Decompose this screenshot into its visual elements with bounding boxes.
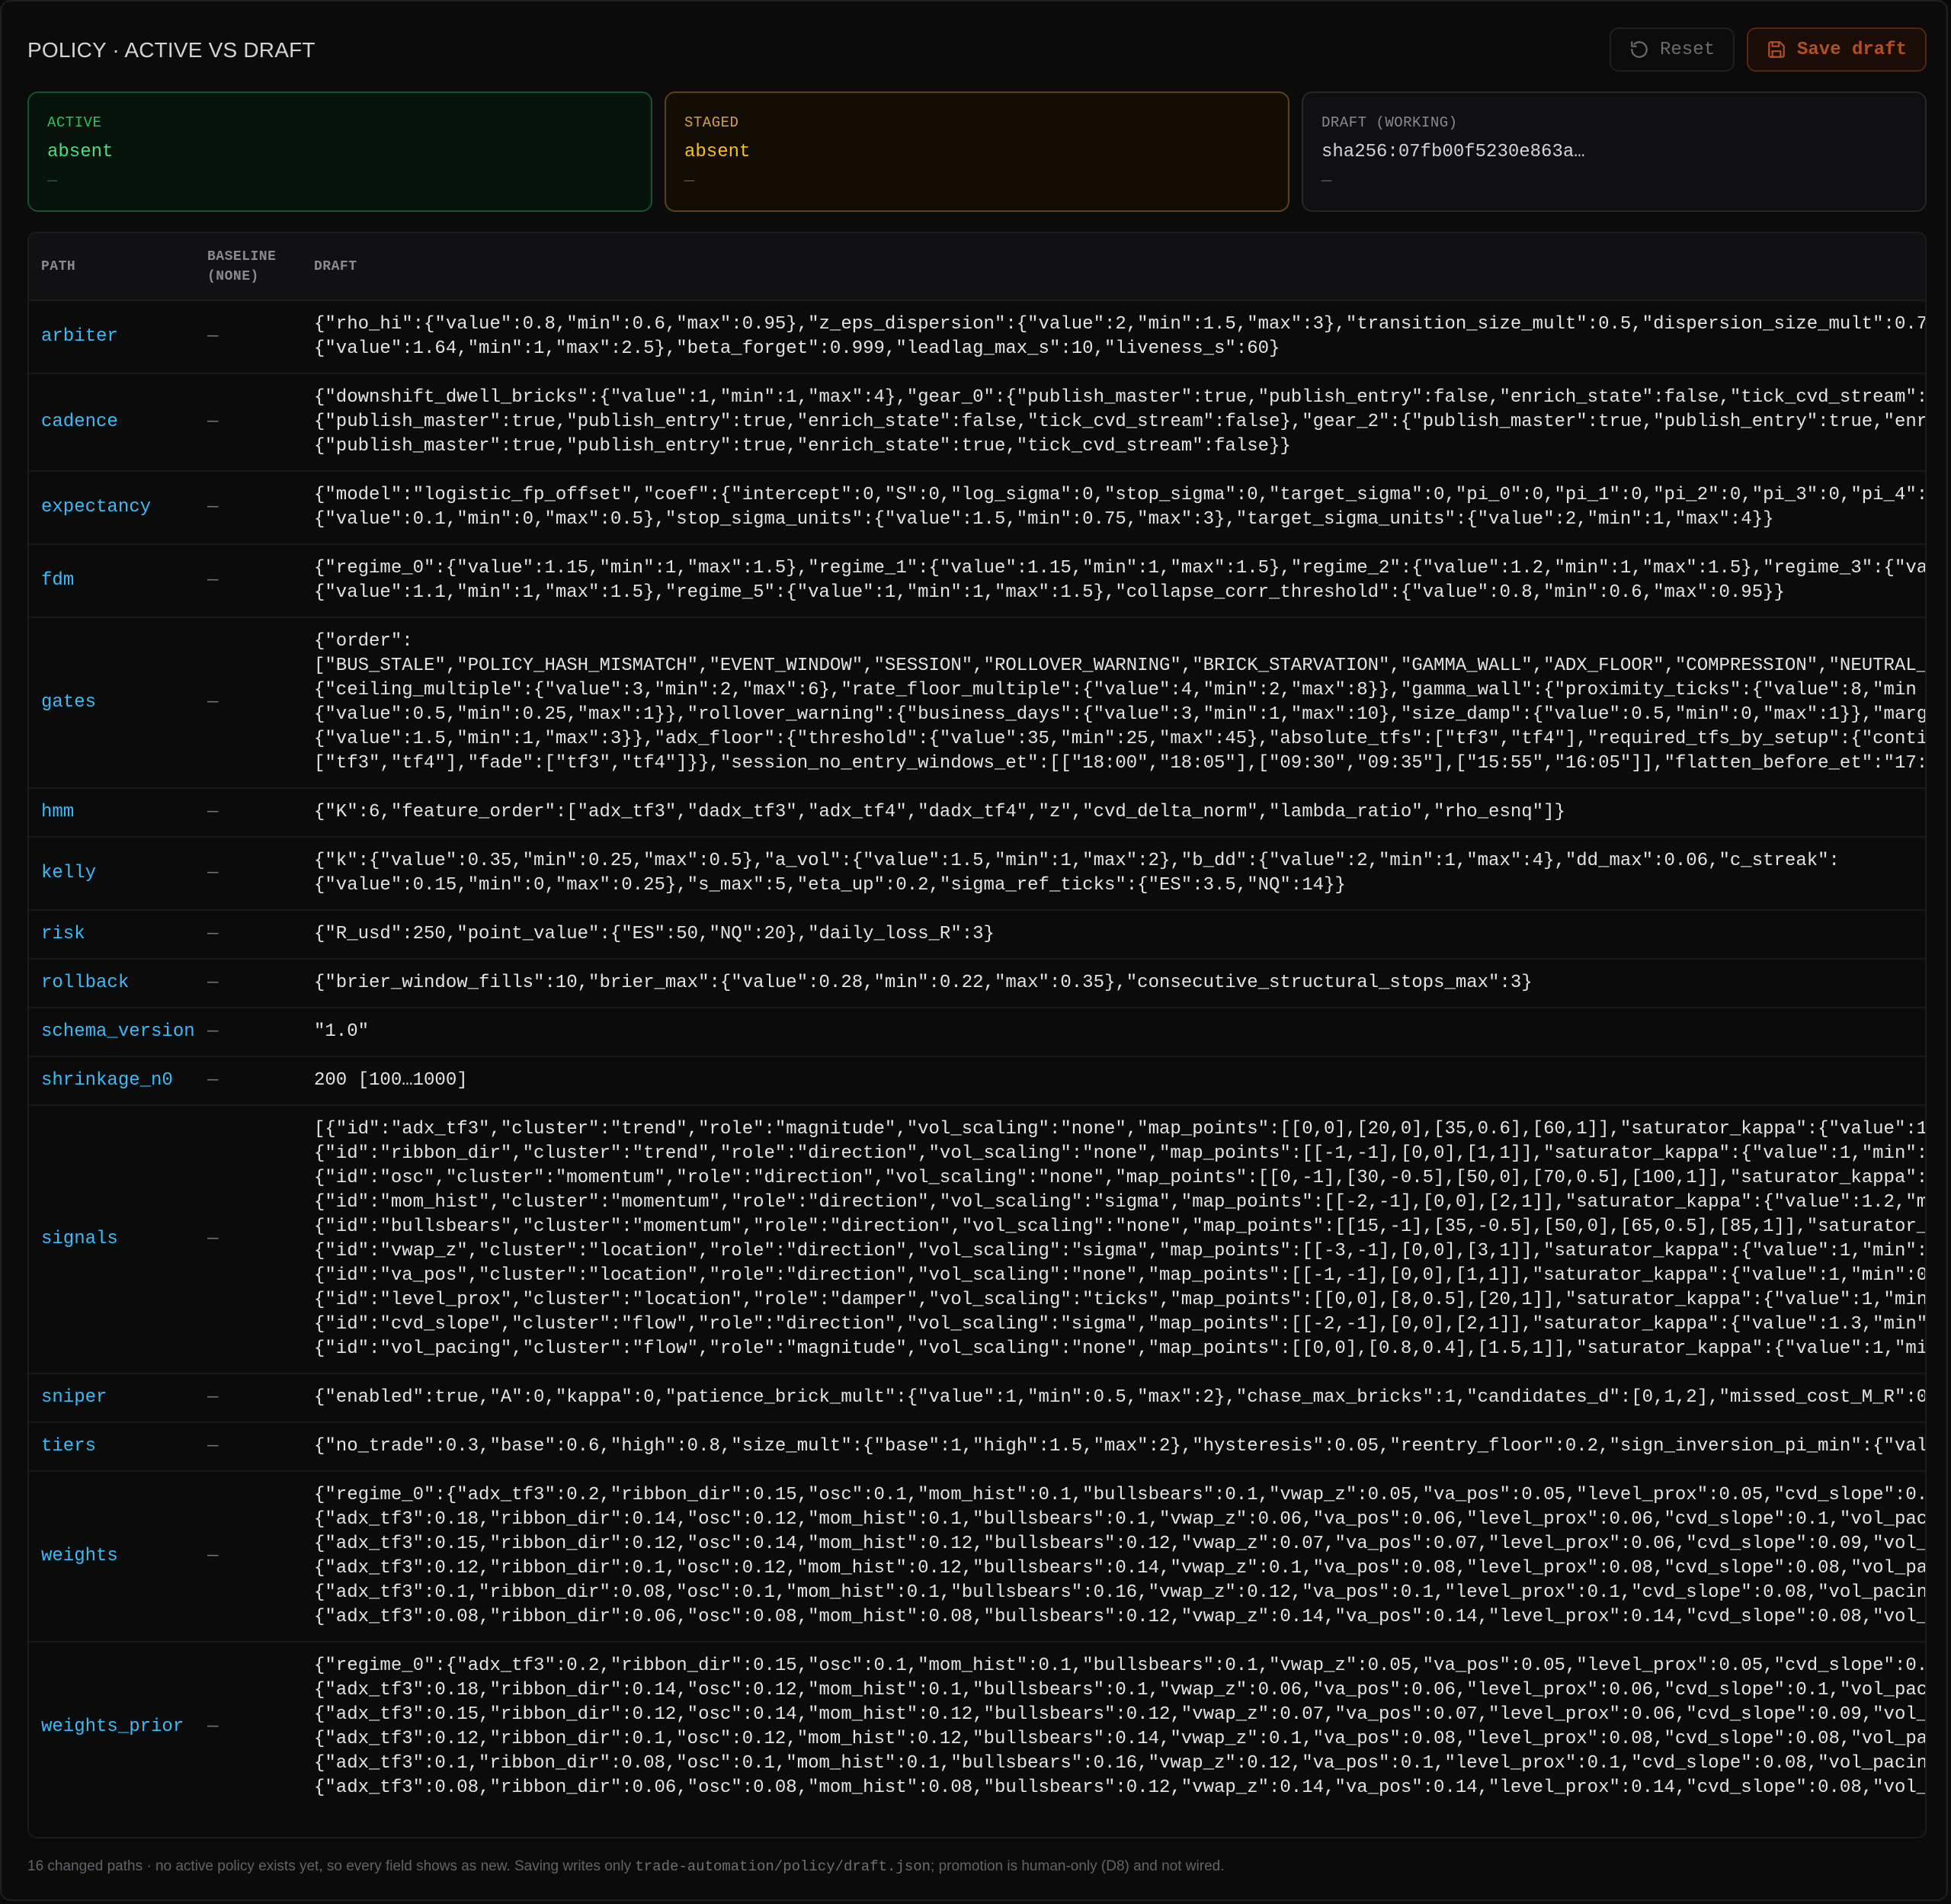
row-baseline: — [206,300,303,374]
table-row[interactable]: signals — [{"id":"adx_tf3","cluster":"tren… [29,1105,1925,1374]
table-row[interactable]: tiers — {"no_trade":0.3,"base":0.6,"high":… [29,1422,1925,1472]
row-path: sniper [29,1374,206,1423]
staged-card-label: STAGED [684,114,739,131]
table-row[interactable]: rollback — {"brier_window_fills":10,"brier… [29,959,1925,1008]
row-draft-value: {"regime_0":{"value":1.15,"min":1,"max":… [303,544,1925,618]
row-baseline: — [206,959,303,1008]
row-baseline: — [206,1471,303,1643]
row-draft-value: {"enabled":true,"A":0,"kappa":0,"patienc… [303,1374,1925,1423]
draft-card-hash: sha256:07fb00f5230e863a… [1321,142,1585,162]
row-path: cadence [29,373,206,472]
row-baseline: — [206,1105,303,1374]
row-path: rollback [29,959,206,1008]
column-header-baseline: BASELINE (NONE) [206,233,303,301]
row-baseline: — [206,837,303,911]
row-draft-value: {"order": ["BUS_STALE","POLICY_HASH_MISM… [303,617,1925,789]
row-baseline: — [206,1008,303,1057]
staged-card-value: absent [684,142,751,162]
row-baseline: — [206,544,303,618]
row-draft-value: {"k":{"value":0.35,"min":0.25,"max":0.5}… [303,837,1925,911]
row-path: gates [29,617,206,789]
row-baseline: — [206,373,303,472]
row-path: kelly [29,837,206,911]
draft-card-sub: — [1321,171,1332,191]
row-path: shrinkage_n0 [29,1056,206,1106]
reset-button-label: Reset [1659,39,1715,60]
table-row[interactable]: expectancy — {"model":"logistic_fp_offset"… [29,471,1925,545]
page-title: POLICY · ACTIVE VS DRAFT [27,38,316,62]
active-card-label: ACTIVE [47,114,102,131]
row-path: risk [29,910,206,960]
active-card-sub: — [47,171,58,191]
staged-policy-card: STAGED absent — [665,91,1289,212]
column-header-path: PATH [29,233,206,301]
row-path: weights_prior [41,1716,184,1737]
row-draft-value: {"regime_0":{"adx_tf3":0.2,"ribbon_dir":… [314,1656,1925,1798]
column-header-baseline-text: BASELINE (NONE) [207,248,277,284]
row-baseline: — [206,910,303,960]
row-draft-value: 200 [100…1000] [303,1056,1925,1106]
footer-note: 16 changed paths · no active policy exis… [27,1858,1225,1875]
draft-policy-card: DRAFT (WORKING) sha256:07fb00f5230e863a…… [1302,91,1927,212]
row-baseline: — [207,1716,219,1737]
table-row[interactable]: fdm — {"regime_0":{"value":1.15,"min":1,"m… [29,544,1925,618]
table-row[interactable]: schema_version — "1.0" [29,1008,1925,1057]
draft-card-label: DRAFT (WORKING) [1321,114,1458,131]
row-path: weights [29,1471,206,1643]
row-draft-value: {"brier_window_fills":10,"brier_max":{"v… [303,959,1925,1008]
row-baseline: — [206,788,303,838]
save-draft-button[interactable]: Save draft [1747,27,1927,72]
row-baseline: — [206,1056,303,1106]
save-disk-icon [1767,40,1786,59]
row-draft-value: {"rho_hi":{"value":0.8,"min":0.6,"max":0… [303,300,1925,374]
row-draft-value: {"downshift_dwell_bricks":{"value":1,"mi… [303,373,1925,472]
row-draft-value: {"model":"logistic_fp_offset","coef":{"i… [303,471,1925,545]
table-row[interactable]: weights_prior — {"regime_0":{"adx_tf3":0.2… [29,1642,1925,1812]
table-row[interactable]: kelly — {"k":{"value":0.35,"min":0.25,"max… [29,837,1925,911]
active-card-value: absent [47,142,114,162]
policy-panel: POLICY · ACTIVE VS DRAFT Reset Save draf… [0,0,1948,1901]
row-draft-value: [{"id":"adx_tf3","cluster":"trend","role… [303,1105,1925,1374]
footer-text-before: 16 changed paths · no active policy exis… [27,1858,636,1874]
row-baseline: — [206,1422,303,1472]
table-header-row: PATH BASELINE (NONE) DRAFT [29,233,1925,301]
footer-file-path: trade-automation/policy/draft.json [635,1858,931,1875]
table-row[interactable]: weights — {"regime_0":{"adx_tf3":0.2,"ribb… [29,1471,1925,1643]
rotate-ccw-icon [1629,40,1649,59]
table-row[interactable]: sniper — {"enabled":true,"A":0,"kappa":0,"… [29,1374,1925,1423]
table-row[interactable]: gates — {"order": ["BUS_STALE","POLICY_HAS… [29,617,1925,789]
row-baseline: — [206,471,303,545]
save-draft-button-label: Save draft [1796,39,1908,60]
row-path: tiers [29,1422,206,1472]
row-path: arbiter [29,300,206,374]
row-draft-value: {"R_usd":250,"point_value":{"ES":50,"NQ"… [303,910,1925,960]
row-draft-value: "1.0" [303,1008,1925,1057]
row-baseline: — [206,617,303,789]
row-path: signals [29,1105,206,1374]
column-header-draft: DRAFT [303,233,1925,301]
row-baseline: — [206,1374,303,1423]
footer-text-after: ; promotion is human-only (D8) and not w… [931,1858,1225,1874]
row-path: hmm [29,788,206,838]
policy-diff-table[interactable]: PATH BASELINE (NONE) DRAFT arbiter — {"rho… [27,232,1927,1838]
row-path: schema_version [29,1008,206,1057]
row-draft-value: {"K":6,"feature_order":["adx_tf3","dadx_… [303,788,1925,838]
table-row[interactable]: arbiter — {"rho_hi":{"value":0.8,"min":0.6… [29,300,1925,374]
row-path: expectancy [29,471,206,545]
row-path: fdm [29,544,206,618]
staged-card-sub: — [684,171,695,191]
row-draft-value: {"no_trade":0.3,"base":0.6,"high":0.8,"s… [303,1422,1925,1472]
table-row[interactable]: hmm — {"K":6,"feature_order":["adx_tf3","d… [29,788,1925,838]
row-draft-value: {"regime_0":{"adx_tf3":0.2,"ribbon_dir":… [303,1471,1925,1643]
reset-button[interactable]: Reset [1610,27,1735,72]
table-row[interactable]: risk — {"R_usd":250,"point_value":{"ES":50… [29,910,1925,960]
active-policy-card: ACTIVE absent — [27,91,652,212]
table-row[interactable]: cadence — {"downshift_dwell_bricks":{"valu… [29,373,1925,472]
table-row[interactable]: shrinkage_n0—200 [100…1000] [29,1056,1925,1106]
